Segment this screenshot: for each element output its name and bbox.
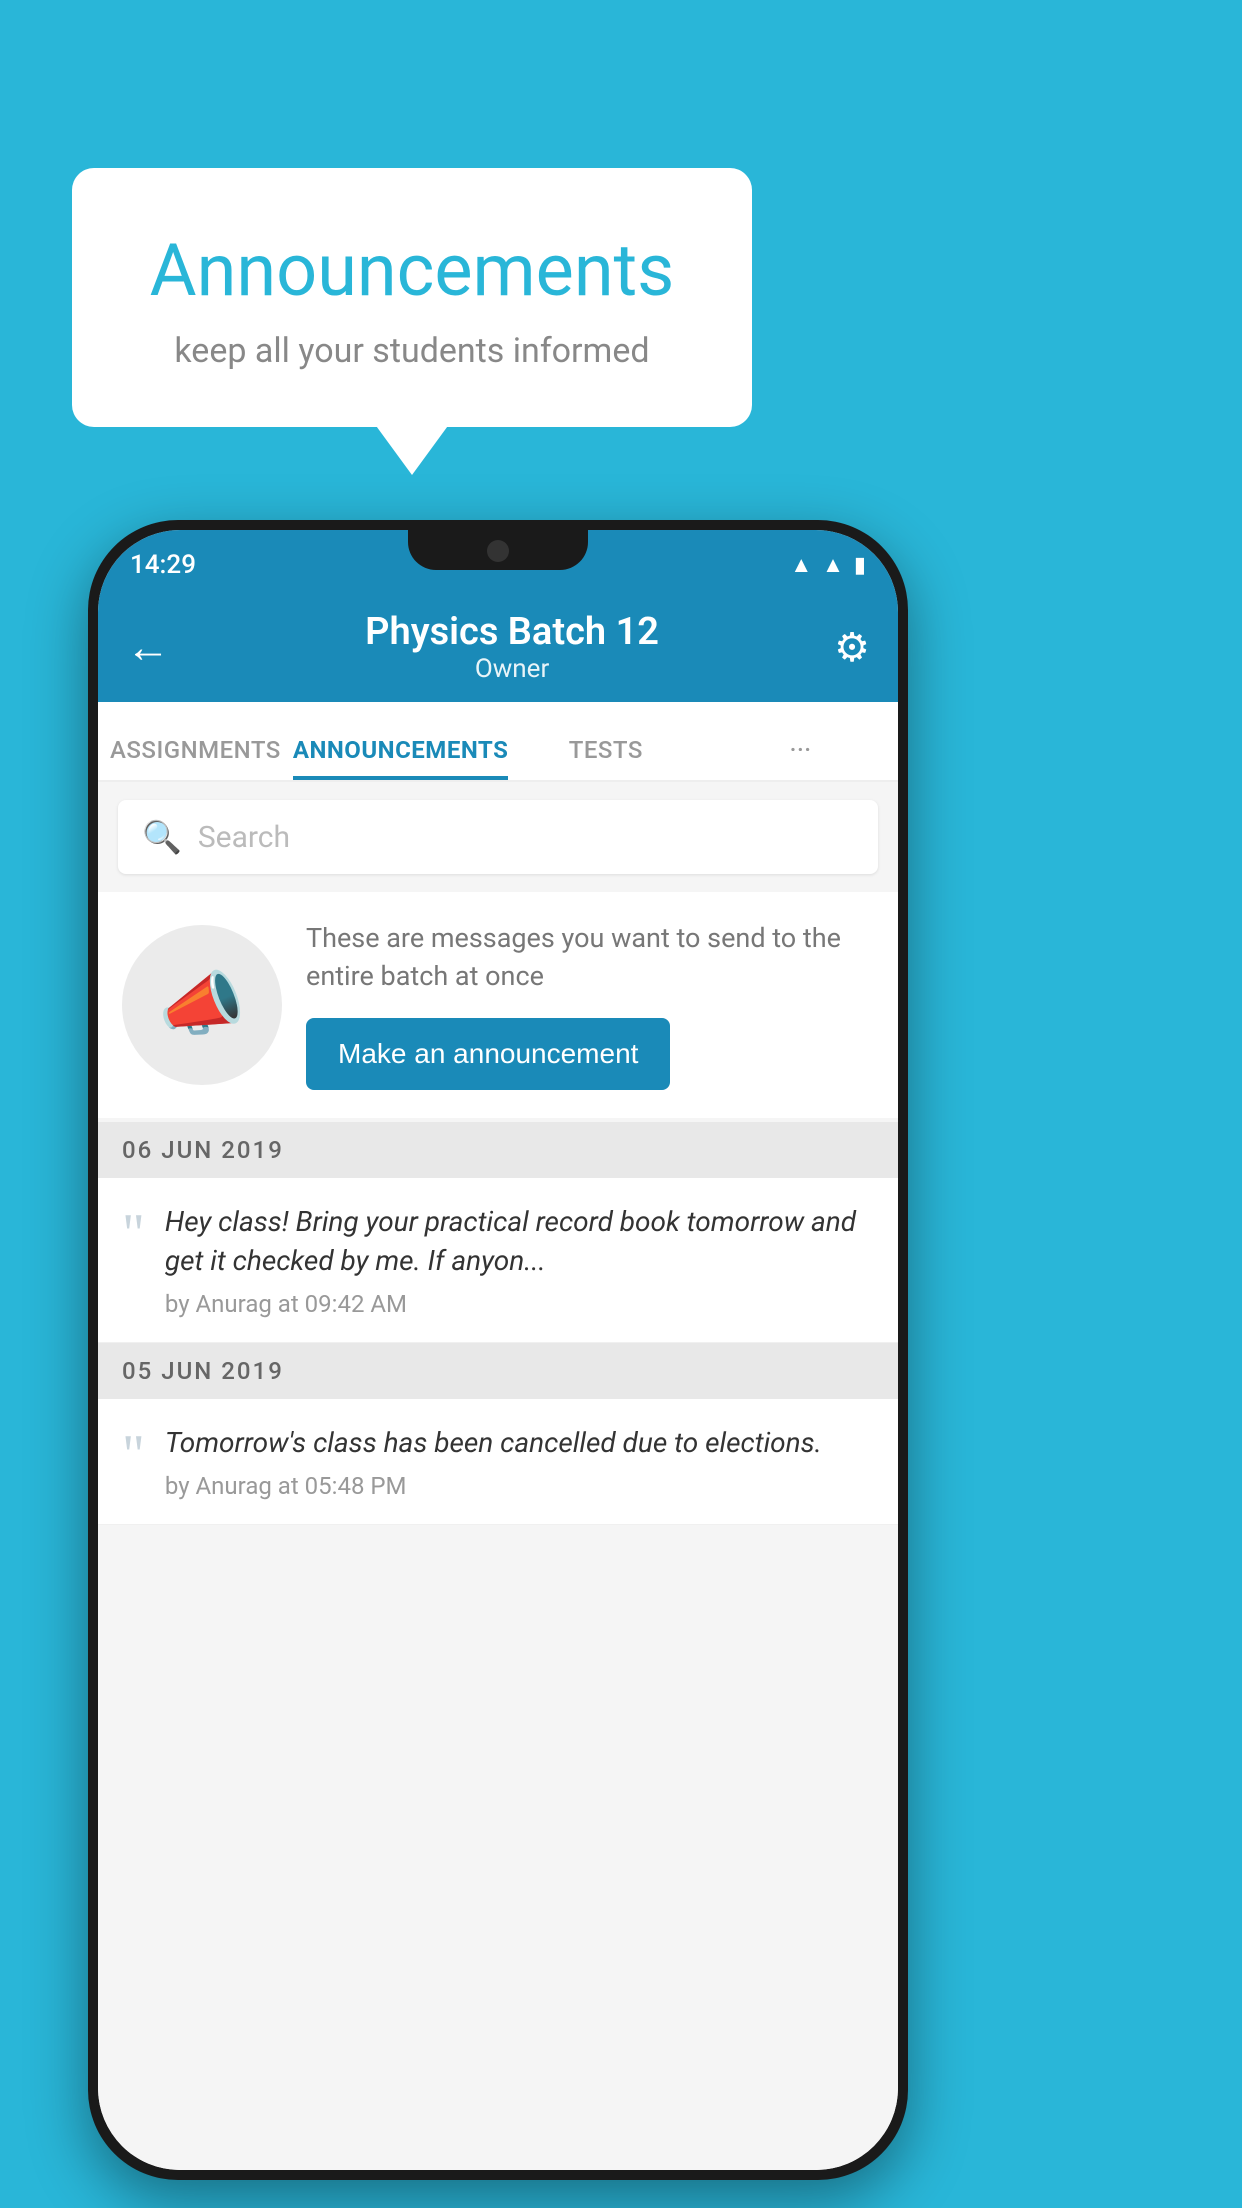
app-bar-center: Physics Batch 12 Owner [190,610,834,684]
phone-notch [408,530,588,570]
scrollable-content: 🔍 Search 📣 These are messages you want t… [98,782,898,2170]
announcement-text-2: Tomorrow's class has been cancelled due … [165,1423,874,1500]
date-separator-2: 05 JUN 2019 [98,1343,898,1399]
tab-more[interactable]: ··· [703,736,898,780]
status-icons: ▲ ▲ ▮ [790,552,866,578]
back-button[interactable]: ← [126,621,170,673]
phone-frame: 14:29 ▲ ▲ ▮ ← Physics Batch 12 Owner ⚙ A… [88,520,908,2180]
settings-icon[interactable]: ⚙ [834,624,870,671]
tab-bar: ASSIGNMENTS ANNOUNCEMENTS TESTS ··· [98,702,898,782]
megaphone-circle: 📣 [122,925,282,1085]
app-bar-subtitle: Owner [190,654,834,684]
announcement-message-2: Tomorrow's class has been cancelled due … [165,1423,874,1462]
tab-tests[interactable]: TESTS [508,736,703,780]
quote-icon-1: " [122,1206,145,1262]
search-icon: 🔍 [142,818,182,856]
phone-content: ← Physics Batch 12 Owner ⚙ ASSIGNMENTS A… [98,592,898,2170]
promo-content: These are messages you want to send to t… [306,920,874,1090]
announcement-item-1[interactable]: " Hey class! Bring your practical record… [98,1178,898,1343]
tab-assignments[interactable]: ASSIGNMENTS [98,736,293,780]
app-bar: ← Physics Batch 12 Owner ⚙ [98,592,898,702]
make-announcement-button[interactable]: Make an announcement [306,1018,670,1090]
camera-cutout [487,540,509,562]
announcement-meta-2: by Anurag at 05:48 PM [165,1472,874,1500]
tab-announcements[interactable]: ANNOUNCEMENTS [293,736,509,780]
bubble-subtitle: keep all your students informed [120,331,704,371]
search-input[interactable]: Search [198,820,290,855]
announcement-meta-1: by Anurag at 09:42 AM [165,1290,874,1318]
battery-icon: ▮ [854,553,866,578]
signal-icon: ▲ [822,552,844,578]
phone-screen: 14:29 ▲ ▲ ▮ ← Physics Batch 12 Owner ⚙ A… [98,530,898,2170]
promo-card: 📣 These are messages you want to send to… [98,892,898,1118]
status-time: 14:29 [130,550,196,580]
quote-icon-2: " [122,1427,145,1483]
promo-description: These are messages you want to send to t… [306,920,874,996]
announcement-message-1: Hey class! Bring your practical record b… [165,1202,874,1280]
app-bar-title: Physics Batch 12 [190,610,834,654]
announcement-text-1: Hey class! Bring your practical record b… [165,1202,874,1318]
megaphone-icon: 📣 [158,964,245,1046]
date-separator-1: 06 JUN 2019 [98,1122,898,1178]
announcement-item-2[interactable]: " Tomorrow's class has been cancelled du… [98,1399,898,1525]
speech-bubble-card: Announcements keep all your students inf… [72,168,752,427]
search-bar[interactable]: 🔍 Search [118,800,878,874]
wifi-icon: ▲ [790,552,812,578]
bubble-title: Announcements [120,228,704,313]
